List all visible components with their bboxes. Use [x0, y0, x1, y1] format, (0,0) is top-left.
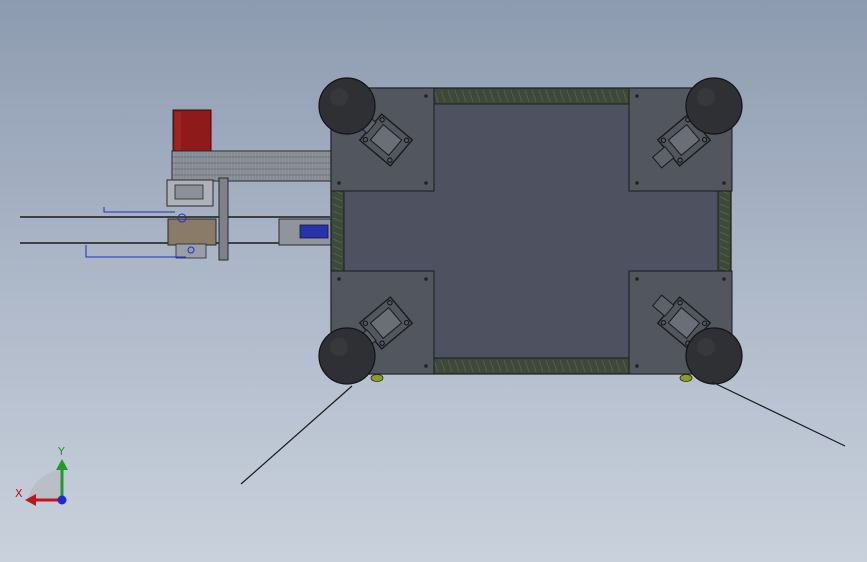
bolt-hole: [424, 277, 428, 281]
caster-rear-left: [318, 270, 435, 385]
leader-line-left: [240, 385, 353, 485]
bolt-hole: [424, 94, 428, 98]
triad-y-label: Y: [57, 445, 65, 458]
caster-wheel-rear-right: [685, 327, 743, 385]
3d-model-viewport[interactable]: X Y: [0, 0, 867, 562]
arm-assembly: [20, 109, 334, 261]
triad-base: [28, 470, 62, 500]
caster-front-right: [628, 77, 743, 192]
bolt-hole: [722, 181, 726, 185]
model-canvas[interactable]: X Y: [0, 0, 867, 562]
caster-wheel-front-right: [685, 77, 743, 135]
wheel-hub-left: [370, 374, 384, 382]
caster-rear-right: [628, 270, 743, 385]
gripper-pad: [167, 218, 217, 246]
triad-x-label: X: [15, 487, 23, 500]
bolt-hole: [337, 277, 341, 281]
bolt-hole: [424, 181, 428, 185]
bolt-hole: [722, 277, 726, 281]
vertical-post: [218, 177, 229, 261]
wheel-hub-right: [679, 374, 693, 382]
caster-wheel-front-left: [318, 77, 376, 135]
caster-wheel-rear-left: [318, 327, 376, 385]
coordinate-triad: X Y: [15, 445, 68, 506]
bolt-hole: [635, 364, 639, 368]
triad-z-axis: [57, 495, 67, 505]
bolt-hole: [635, 94, 639, 98]
leader-line-right: [711, 381, 846, 447]
caster-front-left: [318, 77, 435, 192]
bolt-hole: [337, 181, 341, 185]
bolt-hole: [424, 364, 428, 368]
bolt-hole: [635, 277, 639, 281]
bolt-hole: [635, 181, 639, 185]
